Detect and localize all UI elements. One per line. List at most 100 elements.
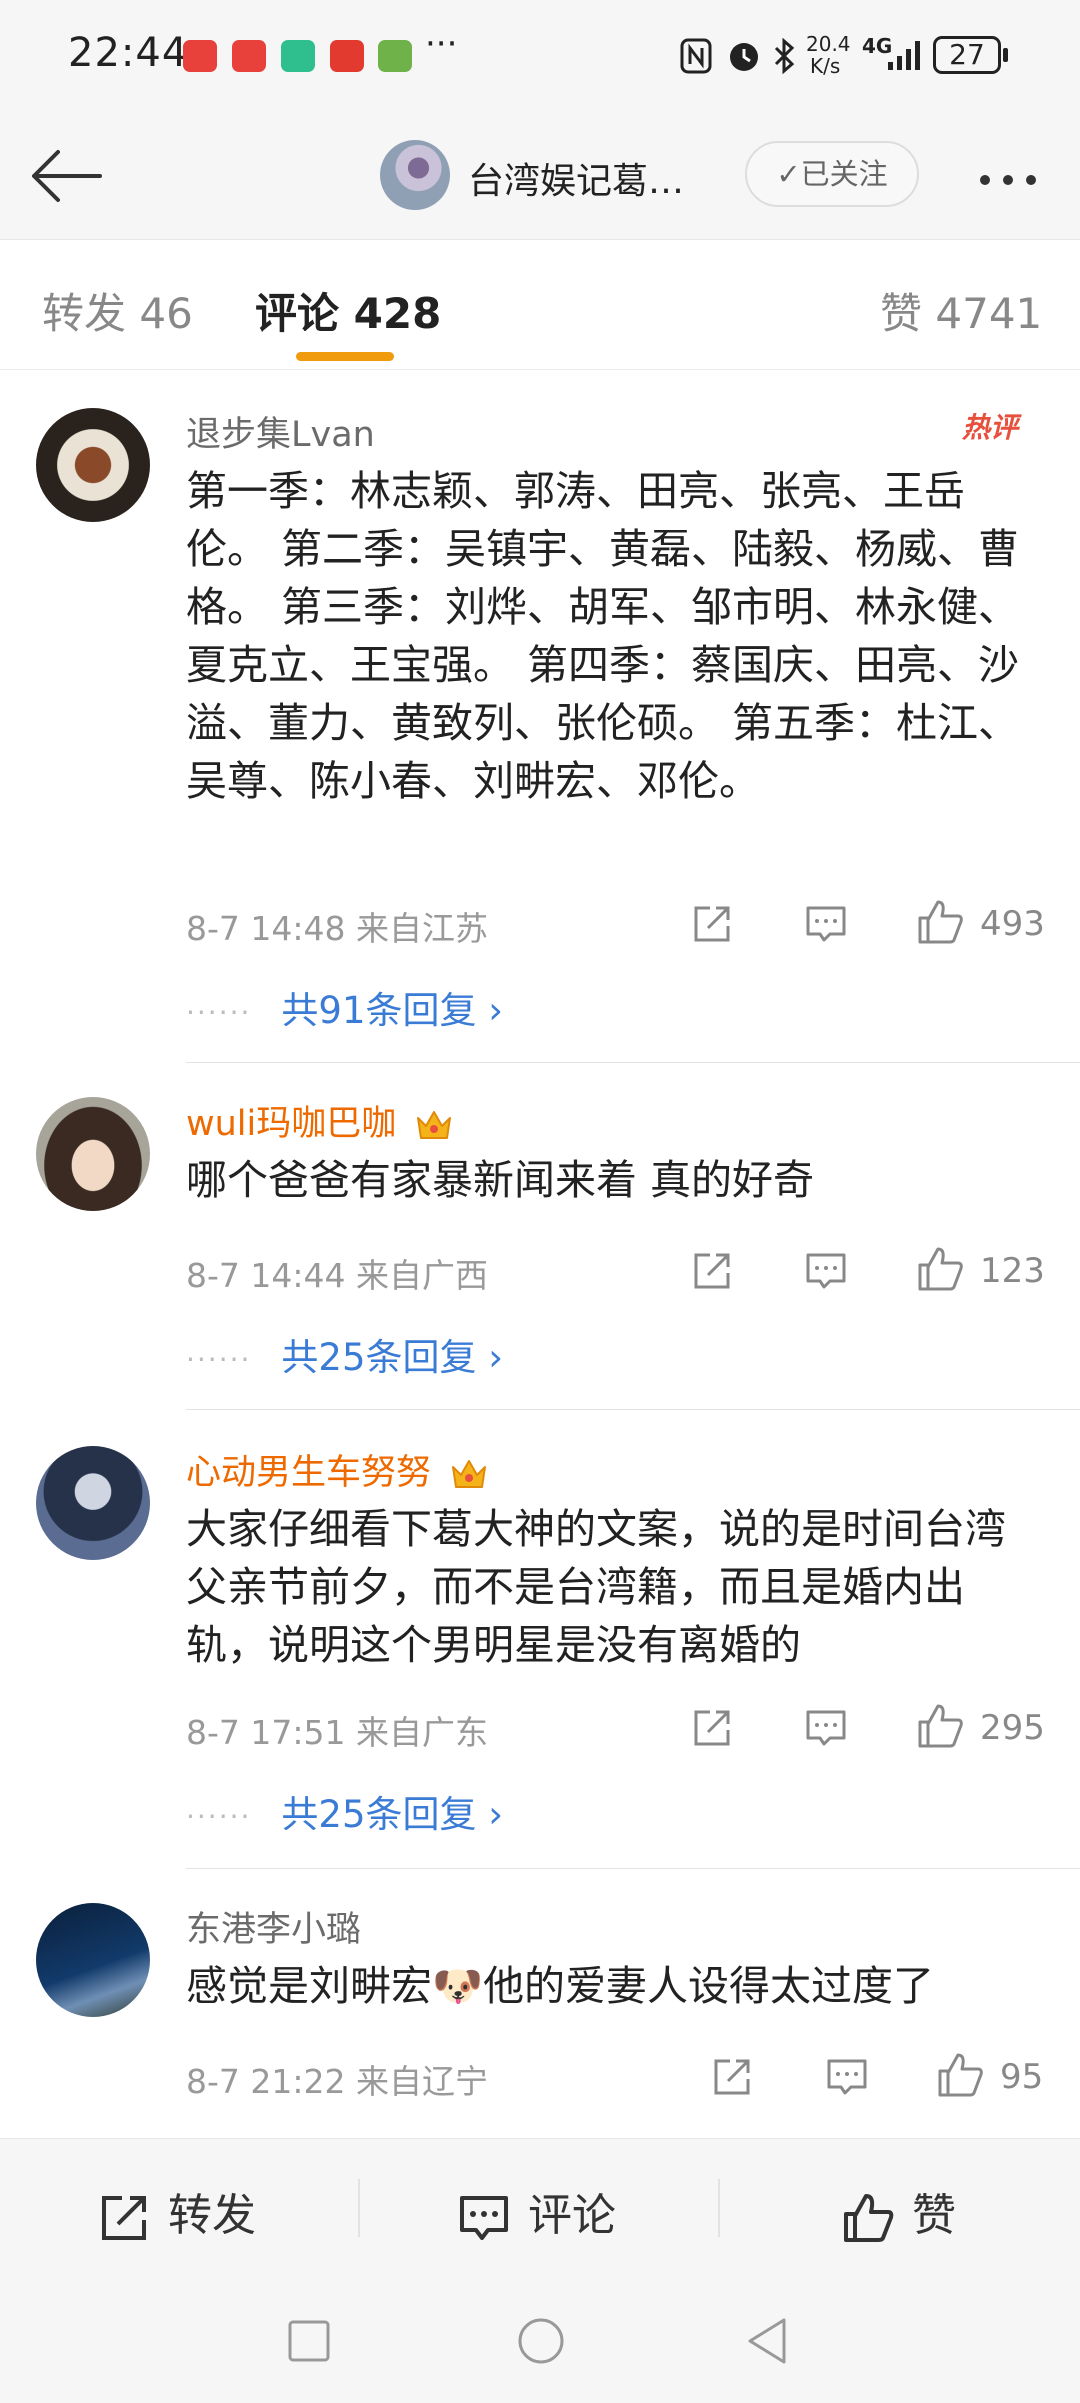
comment-item: wuli玛咖巴咖 哪个爸爸有家暴新闻来着 真的好奇 8-7 14:44 来自广西… [0, 1063, 1080, 1411]
comment-text: 大家仔细看下葛大神的文案，说的是时间台湾父亲节前夕，而不是台湾籍，而且是婚内出轨… [186, 1505, 1006, 1669]
comment-date: 8-7 21:22 [186, 2062, 346, 2101]
tab-repost[interactable]: 转发 46 [42, 280, 193, 341]
comment-date: 8-7 14:48 [186, 909, 346, 948]
repost-icon [102, 2196, 146, 2240]
like-button[interactable]: 赞 [842, 2179, 956, 2244]
followed-label: 已关注 [800, 157, 888, 191]
view-replies-link[interactable]: ······ 共91条回复 › [186, 980, 503, 1034]
author-name[interactable]: 台湾娱记葛… [468, 152, 684, 204]
action-divider [358, 2179, 360, 2237]
like-icon[interactable] [916, 898, 964, 946]
comment-location: 来自辽宁 [356, 2062, 488, 2101]
view-replies-link[interactable]: ······ 共25条回复 › [186, 1784, 503, 1838]
nfc-icon [680, 38, 712, 74]
comment-label: 评论 [528, 2190, 616, 2241]
comment-text-part: 他的爱妻人设得太过度了 [483, 1962, 935, 2010]
repost-label: 转发 [168, 2190, 256, 2241]
active-tab-indicator [296, 352, 394, 361]
commenter-name[interactable]: 东港李小璐 [186, 1901, 361, 1952]
comment-item: 退步集Lvan 热评 第一季：林志颖、郭涛、田亮、张亮、王岳伦。 第二季：吴镇宇… [0, 370, 1080, 1063]
comment-icon[interactable] [804, 902, 848, 946]
comment-meta: 8-7 17:51 来自广东 [186, 1706, 488, 1754]
action-divider [718, 2179, 720, 2237]
vip-crown-icon [417, 1111, 452, 1139]
like-icon [844, 2194, 894, 2242]
bluetooth-icon [774, 38, 795, 74]
followed-button[interactable]: ✓已关注 [745, 141, 919, 207]
comment-icon[interactable] [804, 1249, 848, 1293]
app-notification-icon [183, 40, 217, 72]
comment-meta: 8-7 14:44 来自广西 [186, 1249, 488, 1297]
tab-comments-count: 428 [353, 289, 442, 338]
network-speed: 20.4 [806, 32, 851, 56]
bottom-action-bar: 转发 评论 赞 [0, 2138, 1080, 2278]
battery-icon: 27 [933, 36, 1001, 74]
system-navigation-bar [0, 2278, 1080, 2403]
app-notification-icon [232, 40, 266, 72]
comment-icon[interactable] [825, 2055, 869, 2099]
comment-text-part: 感觉是刘畊宏 [186, 1962, 432, 2010]
like-icon[interactable] [936, 2051, 984, 2099]
back-arrow-icon[interactable] [28, 146, 104, 206]
share-icon[interactable] [690, 1249, 734, 1293]
reply-count: 共25条回复 › [281, 1793, 504, 1836]
app-notification-icon [330, 40, 364, 72]
share-icon[interactable] [710, 2055, 754, 2099]
like-icon[interactable] [916, 1702, 964, 1750]
top-nav-bar: 台湾娱记葛… ✓已关注 [0, 110, 1080, 240]
battery-level: 27 [949, 38, 985, 71]
recent-apps-icon[interactable] [286, 2318, 332, 2364]
home-icon[interactable] [516, 2316, 566, 2366]
tab-likes-label: 赞 [880, 289, 923, 338]
share-icon[interactable] [690, 1706, 734, 1750]
back-icon[interactable] [744, 2316, 790, 2366]
post-tabs: 转发 46 评论 428 赞 4741 [0, 240, 1080, 370]
reply-dots: ······ [186, 1343, 252, 1376]
commenter-name[interactable]: wuli玛咖巴咖 [186, 1095, 453, 1146]
reply-count: 共91条回复 › [281, 989, 504, 1032]
share-icon[interactable] [690, 902, 734, 946]
reply-dots: ······ [186, 1800, 252, 1833]
app-notification-icon [281, 40, 315, 72]
tab-comments[interactable]: 评论 428 [255, 280, 441, 341]
status-time: 22:44 [68, 30, 189, 76]
commenter-avatar[interactable] [36, 1097, 150, 1211]
reply-count: 共25条回复 › [281, 1336, 504, 1379]
like-count: 95 [1000, 2057, 1044, 2097]
repost-button[interactable]: 转发 [98, 2179, 256, 2244]
comment-location: 来自江苏 [356, 909, 488, 948]
commenter-name-text: wuli玛咖巴咖 [186, 1104, 397, 1144]
hot-comment-badge: 热评 [962, 411, 1019, 444]
comment-text: 第一季：林志颖、郭涛、田亮、张亮、王岳伦。 第二季：吴镇宇、黄磊、陆毅、杨威、曹… [186, 467, 1020, 805]
like-icon[interactable] [916, 1245, 964, 1293]
like-label: 赞 [912, 2190, 956, 2241]
battery-tip [1003, 48, 1008, 62]
doge-emoji-icon: 🐶 [432, 1962, 484, 2010]
more-notifications-icon: ··· [425, 24, 458, 64]
comment-date: 8-7 14:44 [186, 1256, 346, 1295]
vip-crown-icon [452, 1460, 487, 1488]
commenter-avatar[interactable] [36, 1903, 150, 2017]
author-avatar[interactable] [380, 140, 450, 210]
alarm-icon [730, 43, 758, 71]
comment-icon[interactable] [804, 1706, 848, 1750]
like-count: 123 [980, 1251, 1045, 1291]
commenter-avatar[interactable] [36, 1446, 150, 1560]
reply-dots: ······ [186, 996, 252, 1029]
network-speed-unit: K/s [810, 54, 841, 78]
comment-item: 东港李小璐 感觉是刘畊宏🐶他的爱妻人设得太过度了 8-7 21:22 来自辽宁 … [0, 1869, 1080, 2138]
view-replies-link[interactable]: ······ 共25条回复 › [186, 1327, 503, 1381]
comment-meta: 8-7 21:22 来自辽宁 [186, 2055, 488, 2103]
comment-icon [460, 2196, 508, 2240]
app-notification-icon [378, 40, 412, 72]
comment-text: 哪个爸爸有家暴新闻来着 真的好奇 [186, 1156, 815, 1204]
commenter-name[interactable]: 退步集Lvan [186, 406, 375, 457]
comment-meta: 8-7 14:48 来自江苏 [186, 902, 488, 950]
tab-likes[interactable]: 赞 4741 [880, 280, 1042, 341]
commenter-name[interactable]: 心动男生车努努 [186, 1444, 488, 1495]
commenter-avatar[interactable] [36, 408, 150, 522]
more-options-icon[interactable] [980, 170, 1049, 189]
comment-button[interactable]: 评论 [458, 2179, 616, 2244]
tab-comments-label: 评论 [255, 289, 340, 338]
tab-repost-count: 46 [139, 289, 193, 338]
